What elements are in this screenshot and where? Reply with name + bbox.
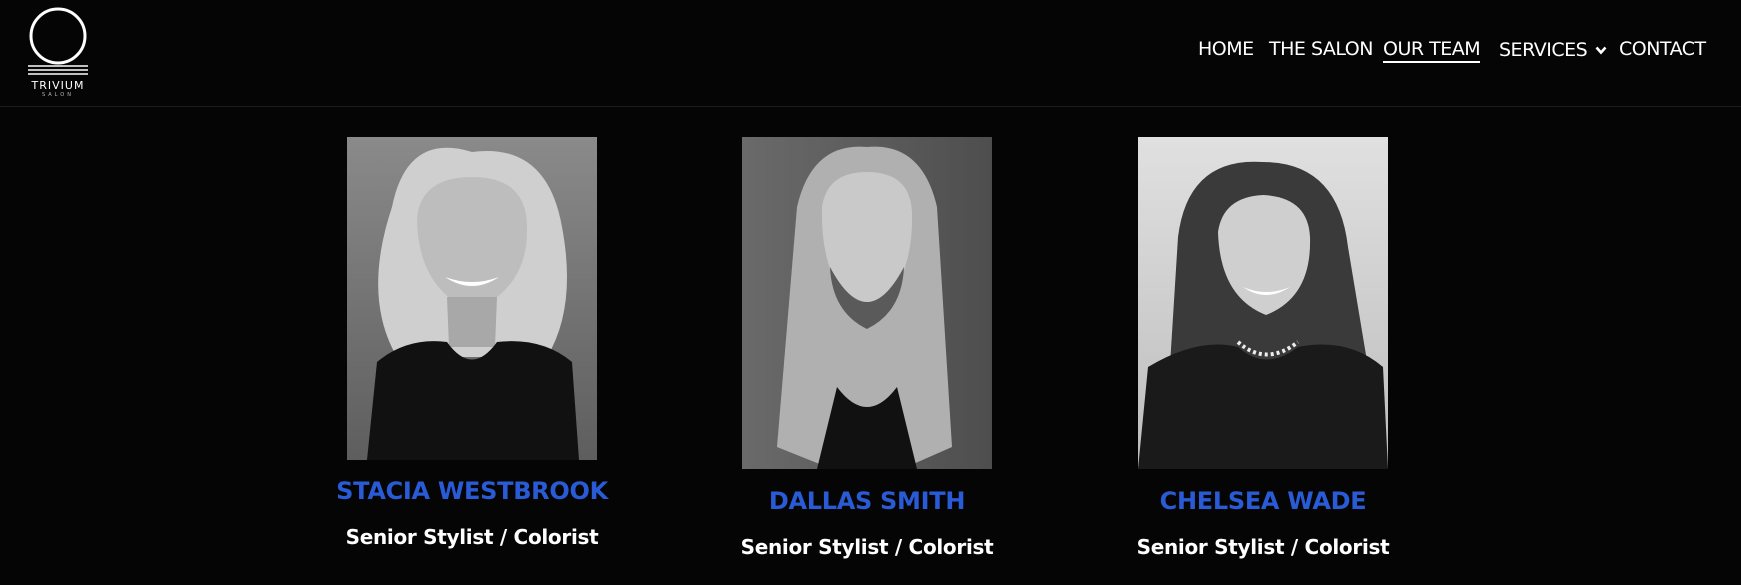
team-member-photo — [742, 137, 992, 469]
trivium-logo[interactable]: TRIVIUM SALON — [26, 6, 90, 98]
nav-home[interactable]: HOME — [1198, 38, 1254, 60]
team-member-name: CHELSEA WADE — [1159, 487, 1367, 515]
team-member-role: Senior Stylist / Colorist — [345, 525, 599, 549]
team-member-photo — [347, 137, 597, 460]
team-member-name: STACIA WESTBROOK — [336, 477, 608, 505]
nav-services[interactable]: SERVICES — [1499, 38, 1607, 61]
nav-the-salon[interactable]: THE SALON — [1269, 38, 1373, 60]
crescent-circle-logo-icon — [28, 7, 88, 75]
team-member-name: DALLAS SMITH — [768, 487, 966, 515]
team-member-role: Senior Stylist / Colorist — [1136, 535, 1390, 559]
logo-subtitle: SALON — [42, 92, 74, 98]
logo-wordmark: TRIVIUM — [31, 79, 85, 92]
nav-services-label: SERVICES — [1499, 39, 1588, 61]
team-member-photo — [1138, 137, 1388, 469]
nav-contact[interactable]: CONTACT — [1619, 38, 1706, 60]
chevron-down-icon — [1595, 38, 1607, 60]
nav-our-team[interactable]: OUR TEAM — [1383, 38, 1481, 63]
site-header: TRIVIUM SALON HOME THE SALON OUR TEAM SE… — [0, 0, 1741, 107]
team-member-role: Senior Stylist / Colorist — [740, 535, 994, 559]
